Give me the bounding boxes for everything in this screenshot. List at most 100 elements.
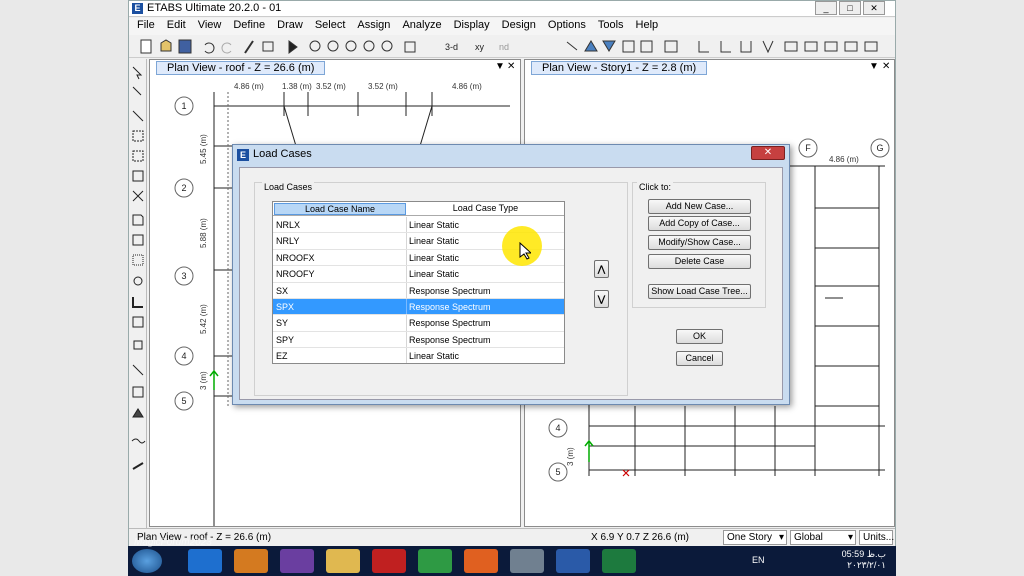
table-row[interactable]: SX Response Spectrum: [273, 282, 564, 299]
ie-taskbar-icon[interactable]: [188, 549, 222, 573]
load-cases-dialog: E Load Cases ✕ Load Cases Load Case Name…: [232, 144, 790, 405]
units-button[interactable]: Units...: [859, 530, 894, 545]
frame-icon: [698, 41, 709, 53]
explorer-taskbar-icon[interactable]: [326, 549, 360, 573]
new-file-icon: [140, 39, 152, 54]
media-taskbar-icon[interactable]: [234, 549, 268, 573]
menu-analyze[interactable]: Analyze: [396, 18, 447, 32]
open-file-icon: [160, 39, 172, 52]
top-dim-4: 3.52 (m): [368, 82, 398, 91]
excel-taskbar-icon[interactable]: [602, 549, 636, 573]
move-up-button[interactable]: ⋀: [594, 260, 609, 278]
add-copy-of-case-button[interactable]: Add Copy of Case...: [648, 216, 751, 231]
visual-studio-taskbar-icon[interactable]: [280, 549, 314, 573]
header-load-case-name[interactable]: Load Case Name: [274, 203, 406, 215]
grid-row-4: 4: [181, 351, 186, 361]
zoom-out-icon: [381, 40, 393, 52]
chrome-taskbar-icon[interactable]: [418, 549, 452, 573]
clock[interactable]: 05:59 ب.ظ ۲۰۲۳/۲/۰۱: [842, 549, 886, 571]
left-tool-icons: [131, 66, 146, 470]
table-row[interactable]: SY Response Spectrum: [273, 315, 564, 332]
modify-show-case-button[interactable]: Modify/Show Case...: [648, 235, 751, 250]
maximize-button[interactable]: □: [839, 1, 861, 15]
zoom-restore-icon: [327, 40, 339, 52]
row-dim-2: 5.88 (m): [199, 218, 208, 248]
minimize-button[interactable]: _: [815, 1, 837, 15]
brace-icon: [762, 40, 774, 54]
menu-view[interactable]: View: [192, 18, 228, 32]
menu-define[interactable]: Define: [227, 18, 271, 32]
table-row[interactable]: EZ Linear Static: [273, 348, 564, 363]
ok-button[interactable]: OK: [676, 329, 723, 344]
close-window-button[interactable]: ✕: [863, 1, 885, 15]
cancel-button[interactable]: Cancel: [676, 351, 723, 366]
link-icon: [132, 364, 144, 376]
language-indicator[interactable]: EN: [752, 555, 765, 565]
menu-help[interactable]: Help: [630, 18, 665, 32]
windows-taskbar: EN 05:59 ب.ظ ۲۰۲۳/۲/۰۱: [128, 546, 896, 576]
menu-draw[interactable]: Draw: [271, 18, 309, 32]
row-dim-4: 3 (m): [199, 371, 208, 390]
table-row-selected[interactable]: SPX Response Spectrum: [273, 299, 564, 316]
window-title: ETABS Ultimate 20.2.0 - 01: [147, 2, 282, 14]
header-load-case-type[interactable]: Load Case Type: [407, 203, 564, 215]
pane-dropdown-icon[interactable]: ▼: [869, 61, 879, 72]
zoom-window-icon: [309, 40, 321, 52]
pane-dropdown-icon[interactable]: ▼: [495, 61, 505, 72]
pane-close-icon[interactable]: ✕: [507, 61, 515, 72]
menu-design[interactable]: Design: [496, 18, 542, 32]
pane-close-icon[interactable]: ✕: [882, 61, 890, 72]
cross-select-icon: [132, 190, 144, 202]
menu-options[interactable]: Options: [542, 18, 592, 32]
menu-assign[interactable]: Assign: [351, 18, 396, 32]
table-row[interactable]: NROOFY Linear Static: [273, 266, 564, 283]
status-bar: Plan View - roof - Z = 26.6 (m) X 6.9 Y …: [129, 528, 895, 546]
coord-system-select[interactable]: Global ▾: [790, 530, 856, 545]
pencil-icon: [244, 40, 254, 54]
move-down-story-icon: [602, 40, 616, 52]
dimension-draw-icon: [132, 462, 144, 470]
menu-select[interactable]: Select: [309, 18, 352, 32]
save-icon: [178, 39, 192, 54]
grid-row-2: 2: [181, 183, 186, 193]
top-dim-2: 1.38 (m): [282, 82, 312, 91]
svg-text:3-d: 3-d: [445, 42, 458, 52]
grid-row-4: 4: [555, 423, 560, 433]
calculator-taskbar-icon[interactable]: [510, 549, 544, 573]
tab-plan-view-story1[interactable]: Plan View - Story1 - Z = 2.8 (m): [531, 61, 708, 75]
pan-icon: [404, 41, 416, 53]
menu-file[interactable]: File: [131, 18, 161, 32]
row-dim-3: 5.42 (m): [199, 304, 208, 334]
slab-icon: [132, 297, 143, 308]
add-new-case-button[interactable]: Add New Case...: [648, 199, 751, 214]
menu-tools[interactable]: Tools: [592, 18, 630, 32]
area-icon: [132, 214, 144, 226]
menu-edit[interactable]: Edit: [161, 18, 192, 32]
select-box-icon: [132, 130, 144, 142]
pdf-taskbar-icon[interactable]: [372, 549, 406, 573]
check-icon: [622, 40, 635, 53]
firefox-taskbar-icon[interactable]: [464, 549, 498, 573]
rect-area-icon: [132, 234, 144, 246]
grid-row-5: 5: [181, 396, 186, 406]
etabs-taskbar-icon[interactable]: [556, 549, 590, 573]
section-cut-icon: [844, 41, 858, 52]
etabs-dialog-icon: E: [237, 149, 249, 161]
select-grid-icon: [132, 170, 144, 182]
tab-plan-view-roof[interactable]: Plan View - roof - Z = 26.6 (m): [156, 61, 326, 75]
move-down-button[interactable]: ⋁: [594, 290, 609, 308]
grid-draw-icon: [132, 386, 144, 398]
main-toolbar: 3-d xy nd: [129, 36, 895, 58]
wall-icon: [804, 41, 818, 52]
grid-row-5: 5: [555, 467, 560, 477]
start-button[interactable]: [132, 549, 162, 573]
delete-case-button[interactable]: Delete Case: [648, 254, 751, 269]
redo-icon: [221, 42, 232, 54]
menu-display[interactable]: Display: [448, 18, 496, 32]
grid-row-1: 1: [181, 101, 186, 111]
story-mode-select[interactable]: One Story ▾: [723, 530, 787, 545]
table-row[interactable]: SPY Response Spectrum: [273, 331, 564, 349]
grid-options-icon: [640, 40, 653, 53]
dialog-close-button[interactable]: ✕: [751, 146, 785, 160]
show-load-case-tree-button[interactable]: Show Load Case Tree...: [648, 284, 751, 299]
